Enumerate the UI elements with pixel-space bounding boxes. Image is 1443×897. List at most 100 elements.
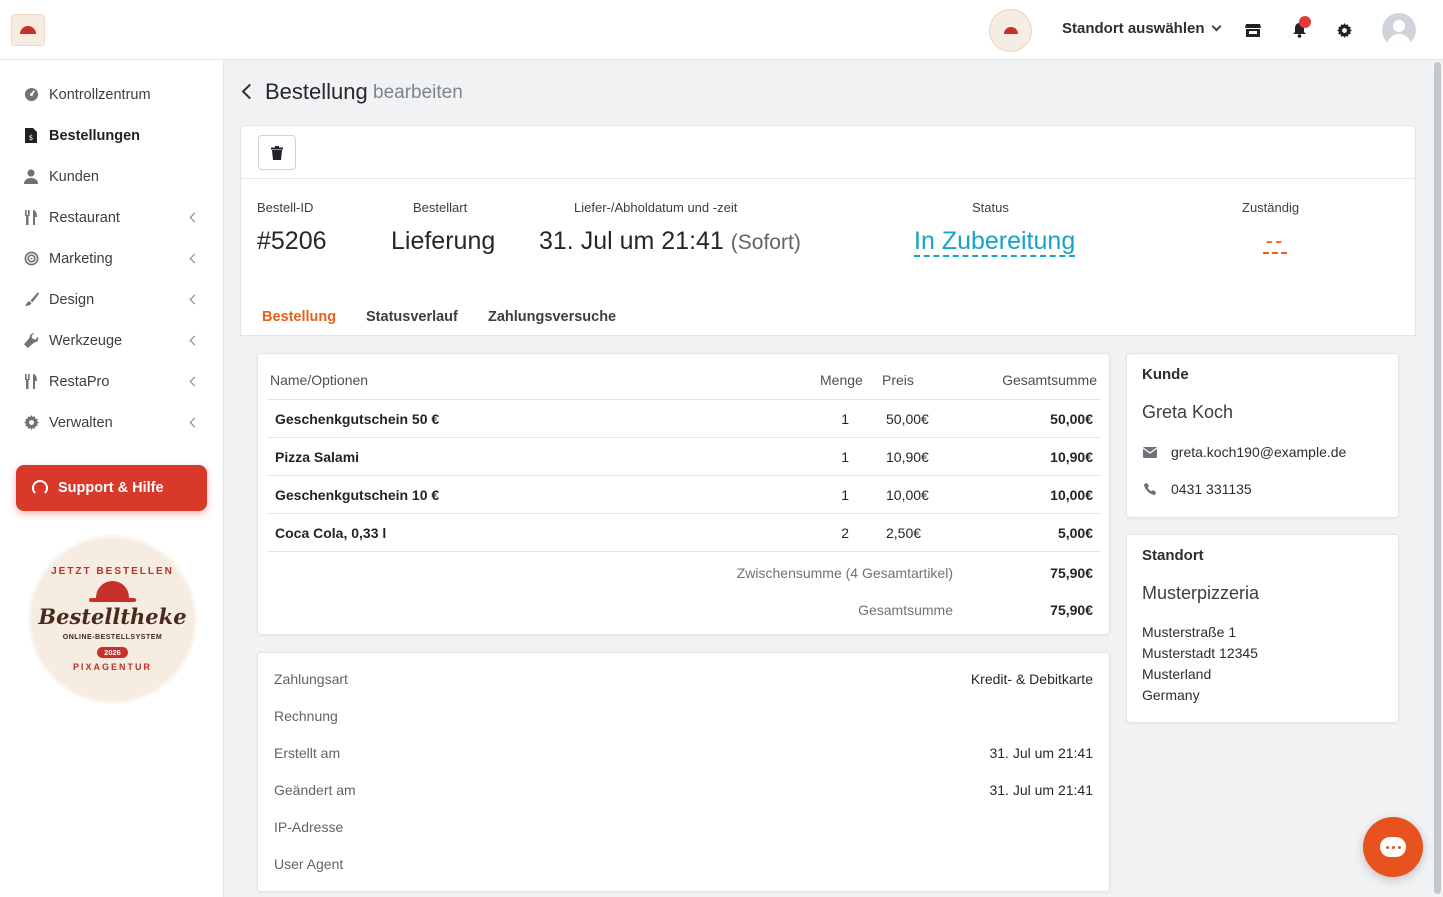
svg-text:$: $ [29, 134, 33, 142]
sidebar-item-label: Marketing [49, 250, 113, 267]
item-name: Geschenkgutschein 10 € [275, 487, 440, 503]
payment-row: IP-Adresse [274, 819, 1093, 839]
notification-dot [1299, 16, 1311, 28]
chevron-left-icon [189, 417, 200, 428]
sidebar-item-marketing[interactable]: Marketing [0, 238, 224, 279]
location-address-line: Musterstraße 1 [1142, 624, 1237, 640]
sidebar-item-restaurant[interactable]: Restaurant [0, 197, 224, 238]
payment-label: Erstellt am [274, 745, 341, 761]
user-avatar[interactable] [1382, 13, 1416, 47]
item-qty: 1 [841, 449, 849, 465]
phone-icon [1142, 482, 1158, 496]
location-select-label: Standort auswählen [1062, 20, 1205, 37]
item-total: 10,00€ [1050, 487, 1093, 503]
headset-icon [32, 480, 48, 496]
cloche-icon [96, 581, 129, 598]
item-price: 50,00€ [886, 411, 929, 427]
envelope-icon [1142, 445, 1158, 459]
sidebar-item-label: Verwalten [49, 414, 113, 431]
col-header-total: Gesamtsumme [1002, 372, 1097, 388]
page-scrollbar[interactable] [1434, 62, 1441, 894]
payment-label: Rechnung [274, 708, 338, 724]
item-name: Pizza Salami [275, 449, 360, 465]
table-row: Coca Cola, 0,33 l 2 2,50€ 5,00€ [267, 513, 1101, 551]
page-title: Bestellung [265, 79, 368, 104]
top-bar: Standort auswählen [0, 0, 1443, 60]
order-type-label: Bestellart [413, 200, 468, 215]
gear-icon [23, 415, 39, 431]
sidebar-item-label: Kunden [49, 168, 99, 185]
receipt-icon: $ [23, 128, 39, 144]
sidebar-item-werkzeuge[interactable]: Werkzeuge [0, 320, 224, 361]
bestelltheke-badge: JETZT BESTELLEN Bestelltheke ONLINE-BEST… [31, 538, 194, 701]
sidebar-item-design[interactable]: Design [0, 279, 224, 320]
sidebar-item-restapro[interactable]: RestaPro [0, 361, 224, 402]
order-type: Lieferung [391, 227, 496, 255]
tab-statusverlauf[interactable]: Statusverlauf [366, 309, 458, 325]
chat-bubble-icon [1380, 837, 1406, 857]
sidebar-item-kunden[interactable]: Kunden [0, 156, 224, 197]
payment-label: Geändert am [274, 782, 356, 798]
page-subtitle: bearbeiten [373, 82, 463, 103]
location-address-line: Musterland [1142, 666, 1212, 682]
chevron-left-icon [189, 335, 200, 346]
payment-value: Kredit- & Debitkarte [970, 671, 1093, 687]
back-chevron-icon[interactable] [241, 83, 258, 100]
tab-zahlungsversuche[interactable]: Zahlungsversuche [488, 309, 616, 325]
customer-email: greta.koch190@example.de [1171, 444, 1347, 460]
order-status-label: Status [972, 200, 1009, 215]
location-select[interactable]: Standort auswählen [1062, 20, 1221, 37]
customer-card-title: Kunde [1142, 366, 1189, 383]
col-header-price: Preis [882, 372, 914, 388]
app-logo[interactable] [11, 14, 45, 46]
delete-order-button[interactable] [258, 135, 296, 170]
target-icon [23, 251, 39, 267]
payment-label: Zahlungsart [274, 671, 348, 687]
item-total: 50,00€ [1050, 411, 1093, 427]
badge-subtitle: ONLINE-BESTELLSYSTEM [62, 634, 163, 641]
sidebar: Kontrollzentrum $ Bestellungen Kunden Restau… [0, 60, 224, 897]
customer-name: Greta Koch [1142, 402, 1234, 422]
item-name: Geschenkgutschein 50 € [275, 411, 440, 427]
utensils-icon [23, 210, 39, 226]
item-qty: 1 [841, 411, 849, 427]
chevron-left-icon [189, 212, 200, 223]
sidebar-item-label: Bestellungen [49, 127, 141, 144]
table-row: Geschenkgutschein 50 € 1 50,00€ 50,00€ [267, 399, 1101, 437]
sidebar-item-bestellungen[interactable]: $ Bestellungen [0, 115, 224, 156]
customer-email-row[interactable]: greta.koch190@example.de [1142, 444, 1346, 460]
sidebar-item-label: Werkzeuge [49, 332, 123, 349]
wrench-icon [23, 333, 39, 349]
chevron-down-icon [1211, 21, 1221, 32]
chat-widget-button[interactable] [1363, 817, 1423, 877]
sidebar-item-kontrollzentrum[interactable]: Kontrollzentrum [0, 74, 224, 115]
location-name: Musterpizzeria [1142, 583, 1260, 603]
item-name: Coca Cola, 0,33 l [275, 525, 387, 541]
subtotal-value: 75,90€ [1050, 565, 1093, 581]
brush-icon [23, 292, 39, 308]
order-assignee-link[interactable]: -- [1263, 230, 1287, 254]
support-button[interactable]: Support & Hilfe [16, 465, 207, 511]
order-datetime-value: 31. Jul um 21:41 [539, 227, 724, 255]
tab-bestellung[interactable]: Bestellung [262, 309, 336, 325]
sidebar-item-verwalten[interactable]: Verwalten [0, 402, 224, 443]
gear-icon[interactable] [1334, 20, 1354, 40]
order-items-card: Name/Optionen Menge Preis Gesamtsumme Ge… [257, 353, 1110, 635]
store-icon[interactable] [1243, 20, 1263, 40]
order-datetime: 31. Jul um 21:41 (Sofort) [539, 227, 801, 256]
sidebar-item-label: Design [49, 291, 95, 308]
order-status-link[interactable]: In Zubereitung [914, 227, 1076, 257]
table-row: Geschenkgutschein 10 € 1 10,00€ 10,00€ [267, 475, 1101, 513]
customer-phone-row[interactable]: 0431 331135 [1142, 481, 1252, 497]
payment-row: Erstellt am 31. Jul um 21:41 [274, 745, 1093, 765]
badge-title: Bestelltheke [38, 604, 187, 629]
badge-year: 2026 [97, 647, 128, 658]
order-id: #5206 [257, 227, 327, 255]
payment-label: IP-Adresse [274, 819, 344, 835]
payment-details-card: Zahlungsart Kredit- & Debitkarte Rechnung E… [257, 652, 1110, 892]
scrollbar-thumb[interactable] [1434, 62, 1441, 894]
order-datetime-note: (Sofort) [730, 231, 801, 254]
dashboard-icon [23, 87, 39, 103]
item-qty: 2 [841, 525, 849, 541]
order-datetime-label: Liefer-/Abholdatum und -zeit [574, 200, 738, 215]
